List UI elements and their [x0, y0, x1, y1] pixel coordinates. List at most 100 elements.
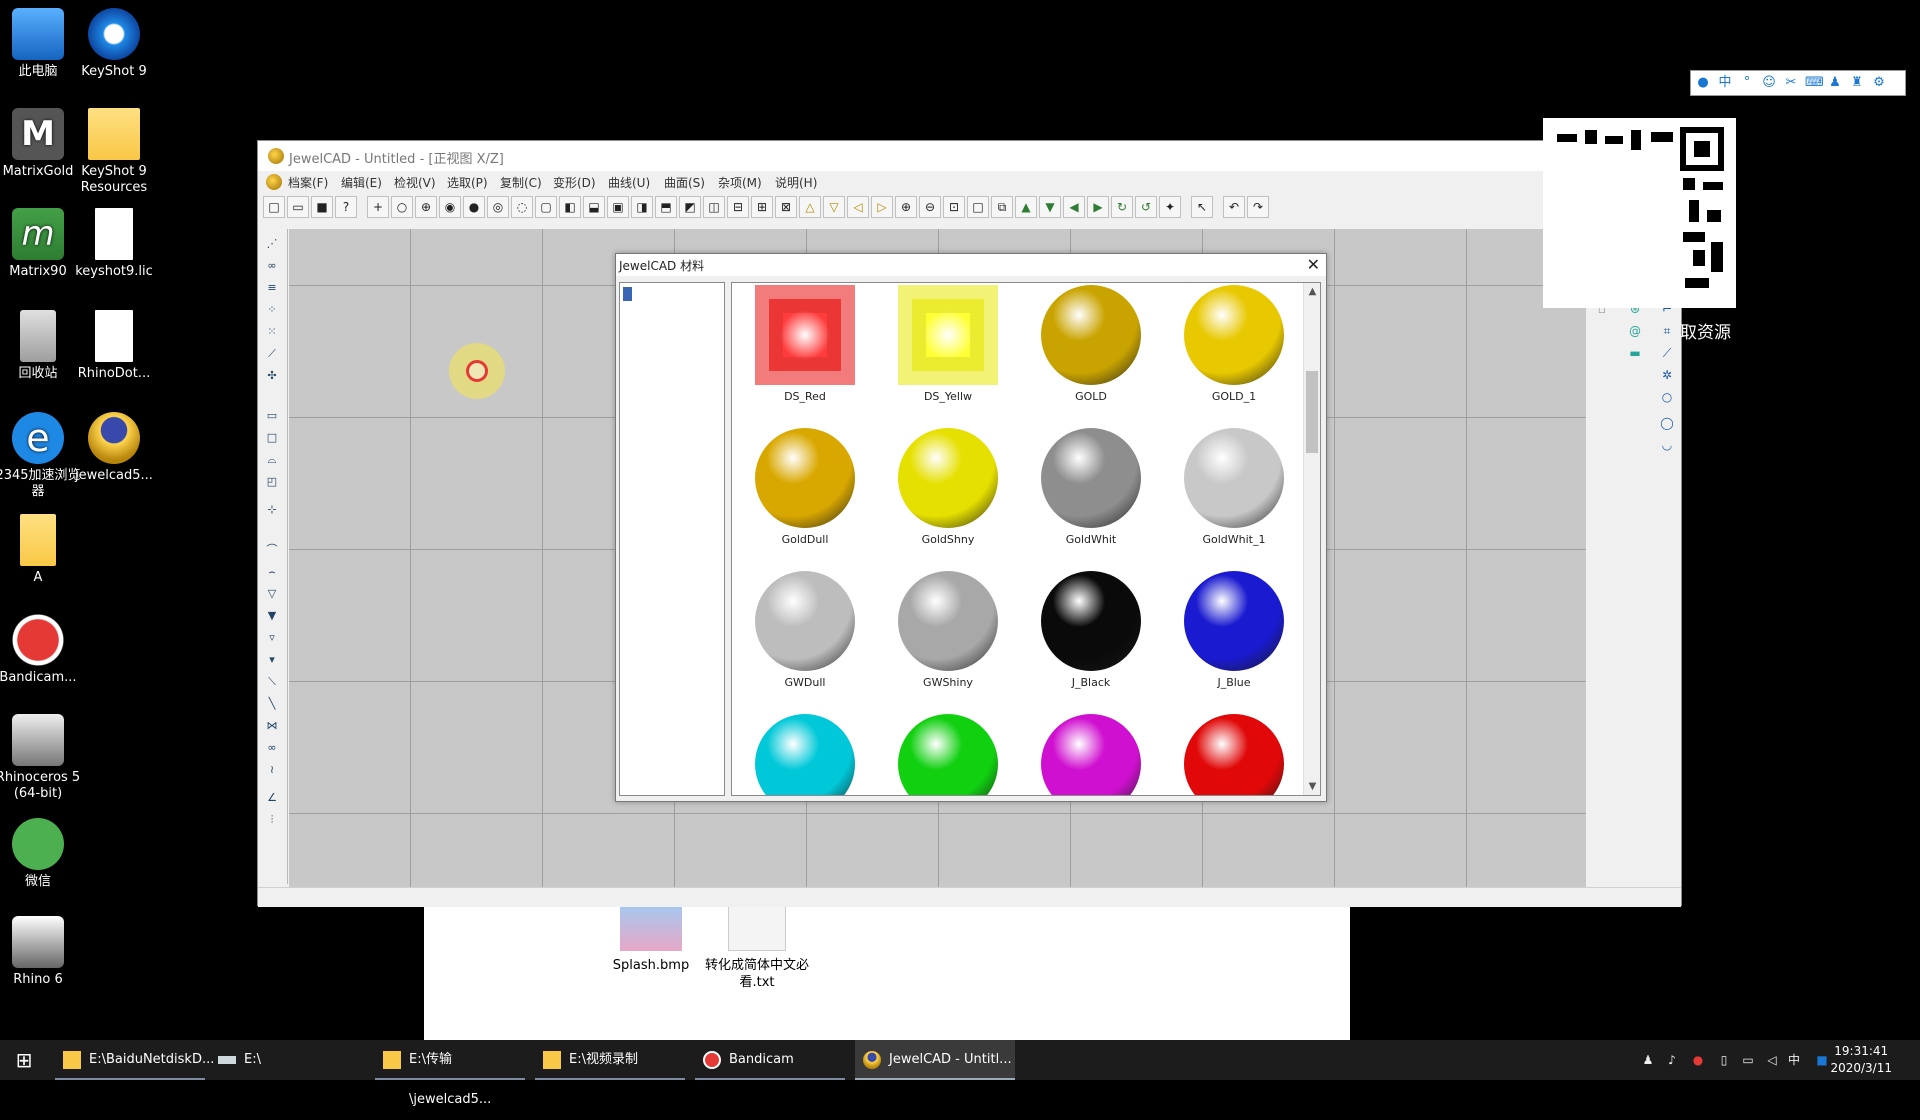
tray-ime-lang[interactable]: 中 [1786, 1052, 1802, 1068]
material-cell[interactable] [877, 714, 1019, 795]
help-cursor-icon[interactable]: ? [335, 196, 357, 218]
grid-nodes-icon[interactable]: ⁙ [262, 323, 282, 341]
material-cell[interactable]: GoldDull [734, 428, 876, 571]
triangle-right-icon[interactable]: ▷ [871, 196, 893, 218]
ime-skin-icon[interactable]: ♜ [1849, 75, 1865, 91]
file-readme-txt[interactable]: 转化成简体中文必看.txt [697, 905, 817, 991]
desktop-icon-matrixgold[interactable]: M MatrixGold [0, 108, 81, 180]
comb-icon[interactable]: ⫶ [262, 811, 282, 829]
material-cell[interactable] [1163, 714, 1305, 795]
zoom-all-icon[interactable]: ⧉ [991, 196, 1013, 218]
desktop-icon-matrix90[interactable]: m Matrix90 [0, 208, 81, 280]
ime-emoji-icon[interactable]: ☺ [1761, 75, 1777, 91]
desktop-icon-2345-browser[interactable]: e 2345加速浏览器 [0, 412, 81, 500]
material-cell[interactable] [1020, 714, 1162, 795]
material-cell[interactable]: GoldShny [877, 428, 1019, 571]
scroll-up-button[interactable]: ▲ [1304, 283, 1320, 300]
taskbar-item-video-folder[interactable]: E:\视频录制 [535, 1040, 685, 1080]
material-cell[interactable]: GOLD [1020, 285, 1162, 428]
menu-help[interactable]: 说明(H) [775, 174, 817, 191]
material-cell[interactable]: GOLD_1 [1163, 285, 1305, 428]
cluster-icon[interactable]: ✣ [262, 367, 282, 385]
view-left-icon[interactable]: ◧ [559, 196, 581, 218]
arrow-up-green-icon[interactable]: ▲ [1015, 196, 1037, 218]
desktop-icon-rhinoceros5[interactable]: Rhinoceros 5 (64-bit) [0, 714, 81, 802]
circle-icon[interactable]: ○ [391, 196, 413, 218]
desktop-icon-keyshot[interactable]: KeyShot 9 [71, 8, 157, 80]
pointer-icon[interactable]: ↖ [1191, 196, 1213, 218]
menu-edit[interactable]: 编辑(E) [341, 174, 382, 191]
ime-lang-icon[interactable]: 中 [1717, 75, 1733, 91]
ime-settings-gear-icon[interactable]: ⚙ [1871, 75, 1887, 91]
bowtie-icon[interactable]: ⋈ [262, 717, 282, 735]
scroll-thumb[interactable] [1306, 371, 1318, 453]
tree-node-selected[interactable] [623, 287, 632, 301]
taskbar-item-drive-e[interactable]: E:\ [210, 1040, 360, 1080]
axis-icon[interactable]: ⊹ [262, 501, 282, 519]
wave-icon[interactable]: ≀ [262, 761, 282, 779]
slash-icon[interactable]: ⟍ [262, 673, 282, 691]
material-cell[interactable]: GWDull [734, 571, 876, 714]
material-cell[interactable]: GoldWhit_1 [1163, 428, 1305, 571]
arch-icon[interactable]: ⌓ [262, 451, 282, 469]
material-cell[interactable]: GWShiny [877, 571, 1019, 714]
material-category-tree[interactable] [619, 282, 725, 796]
menu-deform[interactable]: 变形(D) [553, 174, 596, 191]
funnel-icon[interactable]: ▽ [262, 585, 282, 603]
material-cell[interactable]: J_Black [1020, 571, 1162, 714]
zoom-in-icon[interactable]: ⊕ [895, 196, 917, 218]
tray-microphone-icon[interactable]: ♪ [1664, 1052, 1680, 1068]
cone-filled-icon[interactable]: ▾ [262, 651, 282, 669]
select-points-icon[interactable]: ⋰ [262, 235, 282, 253]
start-button[interactable]: ⊞ [0, 1040, 48, 1080]
taskbar-clock[interactable]: 19:31:41 2020/3/11 [1830, 1043, 1892, 1077]
line-nodes-icon[interactable]: ⟋ [262, 345, 282, 363]
rectangle-small-icon[interactable]: ▭ [262, 407, 282, 425]
arrow-left-green-icon[interactable]: ◀ [1063, 196, 1085, 218]
menu-misc[interactable]: 杂项(M) [718, 174, 762, 191]
node-icon[interactable]: ⁘ [262, 301, 282, 319]
frame-icon[interactable]: ⌗ [1656, 321, 1678, 341]
save-icon[interactable]: ■ [311, 196, 333, 218]
desktop-icon-bandicam[interactable]: Bandicam... [0, 614, 81, 686]
material-cell[interactable]: J_Blue [1163, 571, 1305, 714]
split-horizontal-icon[interactable]: ⊟ [727, 196, 749, 218]
target-icon[interactable]: ⊕ [415, 196, 437, 218]
rotate-ccw-icon[interactable]: ↺ [1135, 196, 1157, 218]
ime-user-icon[interactable]: ● [1695, 75, 1711, 91]
desktop-icon-keyshot-resources[interactable]: KeyShot 9 Resources [71, 108, 157, 196]
filled-circle-icon[interactable]: ● [463, 196, 485, 218]
desktop-icon-wechat[interactable]: 微信 [0, 818, 81, 890]
split-vertical-icon[interactable]: ◫ [703, 196, 725, 218]
angle-icon[interactable]: ∠ [262, 789, 282, 807]
dot-target-icon[interactable]: ◉ [439, 196, 461, 218]
ime-tools-icon[interactable]: ✂ [1783, 75, 1799, 91]
menu-copy[interactable]: 复制(C) [500, 174, 542, 191]
open-folder-icon[interactable]: ▭ [287, 196, 309, 218]
arrow-down-green-icon[interactable]: ▼ [1039, 196, 1061, 218]
ime-account-icon[interactable]: ♟ [1827, 75, 1843, 91]
rectangle-icon[interactable]: □ [262, 429, 282, 447]
desktop-icon-recycle-bin[interactable]: 回收站 [0, 310, 81, 382]
dotted-circle-icon[interactable]: ◌ [511, 196, 533, 218]
view-right-icon[interactable]: ◨ [631, 196, 653, 218]
render-icon[interactable]: ✦ [1159, 196, 1181, 218]
funnel-filled-icon[interactable]: ▼ [262, 607, 282, 625]
zoom-extents-icon[interactable]: □ [967, 196, 989, 218]
new-file-icon[interactable]: □ [263, 196, 285, 218]
layers-icon[interactable]: ≡ [262, 279, 282, 297]
tray-network-icon[interactable]: ▭ [1740, 1052, 1756, 1068]
scroll-down-button[interactable]: ▼ [1304, 778, 1320, 795]
material-cell[interactable]: DS_Yellw [877, 285, 1019, 428]
undo-icon[interactable]: ↶ [1223, 196, 1245, 218]
material-dialog-close-button[interactable]: ✕ [1307, 255, 1320, 274]
material-scrollbar[interactable]: ▲ ▼ [1303, 283, 1320, 795]
desktop-icon-rhino6[interactable]: Rhino 6 [0, 916, 81, 988]
view-bottom-icon[interactable]: ⬓ [583, 196, 605, 218]
tray-volume-icon[interactable]: ◁ [1764, 1052, 1780, 1068]
gear-icon[interactable]: ✲ [1656, 365, 1678, 385]
arrow-right-green-icon[interactable]: ▶ [1087, 196, 1109, 218]
swirl-icon[interactable]: @ [1624, 321, 1646, 341]
material-cell[interactable] [734, 714, 876, 795]
view-fill-icon[interactable]: ▣ [607, 196, 629, 218]
